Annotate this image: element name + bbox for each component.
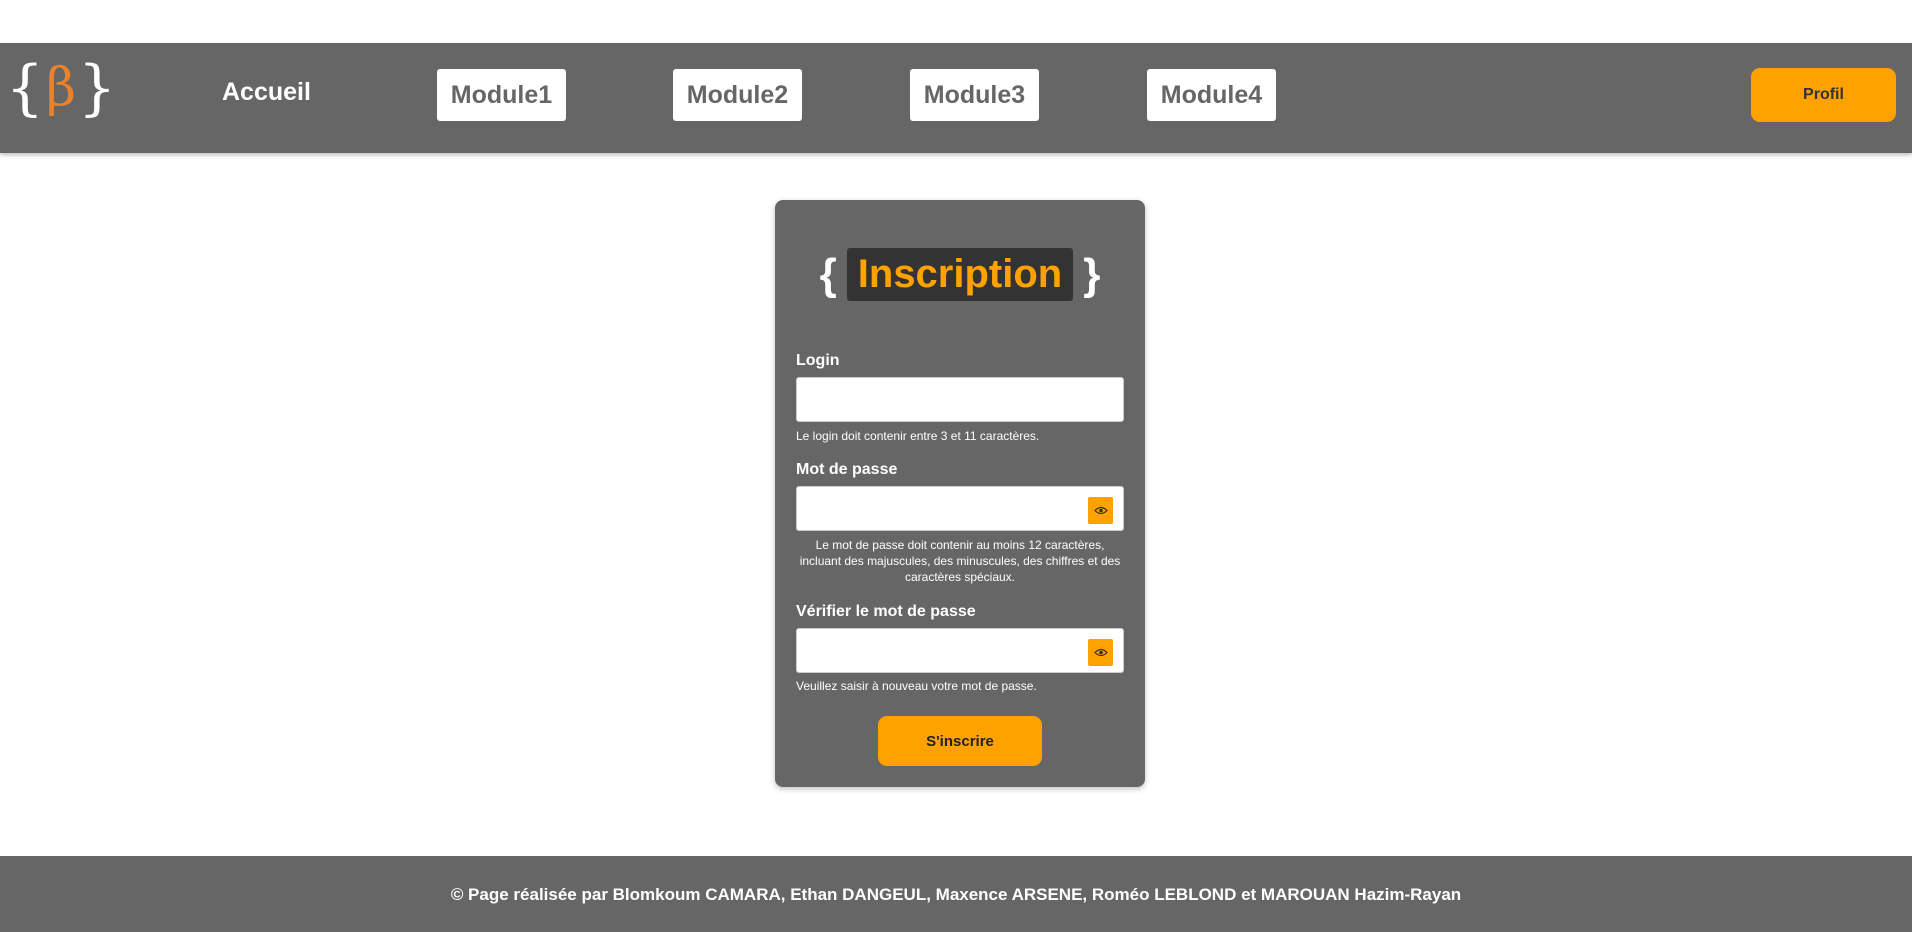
site-logo[interactable]: { β } <box>6 55 116 121</box>
eye-icon <box>1093 648 1108 657</box>
nav-module4-button[interactable]: Module4 <box>1147 69 1276 121</box>
login-hint: Le login doit contenir entre 3 et 11 car… <box>796 429 1040 443</box>
password-label: Mot de passe <box>796 461 898 478</box>
title-left-brace: { <box>819 249 837 299</box>
eye-icon <box>1093 506 1108 515</box>
nav-module1-button[interactable]: Module1 <box>437 69 566 121</box>
profile-button[interactable]: Profil <box>1751 68 1896 122</box>
confirm-password-label: Vérifier le mot de passe <box>796 603 976 620</box>
password-input[interactable] <box>796 486 1124 531</box>
nav-home-link[interactable]: Accueil <box>222 78 311 107</box>
title-text: Inscription <box>846 248 1074 301</box>
navbar: { β } Accueil Module1 Module2 Module3 Mo… <box>0 43 1912 153</box>
nav-module2-button[interactable]: Module2 <box>673 69 802 121</box>
logo-beta: β <box>45 58 77 118</box>
confirm-password-hint: Veuillez saisir à nouveau votre mot de p… <box>796 679 1037 693</box>
confirm-password-toggle-button[interactable] <box>1088 639 1113 666</box>
form-title: { Inscription } <box>775 248 1145 301</box>
password-toggle-button[interactable] <box>1088 497 1113 524</box>
logo-right-brace: } <box>78 53 117 123</box>
login-input[interactable] <box>796 377 1124 422</box>
confirm-password-input[interactable] <box>796 628 1124 673</box>
title-right-brace: } <box>1083 249 1101 299</box>
footer-credits: © Page réalisée par Blomkoum CAMARA, Eth… <box>450 885 1462 904</box>
nav-module3-button[interactable]: Module3 <box>910 69 1039 121</box>
top-strip <box>0 0 1912 43</box>
signup-submit-button[interactable]: S'inscrire <box>878 716 1042 766</box>
password-hint: Le mot de passe doit contenir au moins 1… <box>799 538 1121 584</box>
signup-card: { Inscription } Login Le login doit cont… <box>775 200 1145 787</box>
logo-left-brace: { <box>5 53 44 123</box>
login-label: Login <box>796 352 840 369</box>
footer: © Page réalisée par Blomkoum CAMARA, Eth… <box>0 856 1912 932</box>
